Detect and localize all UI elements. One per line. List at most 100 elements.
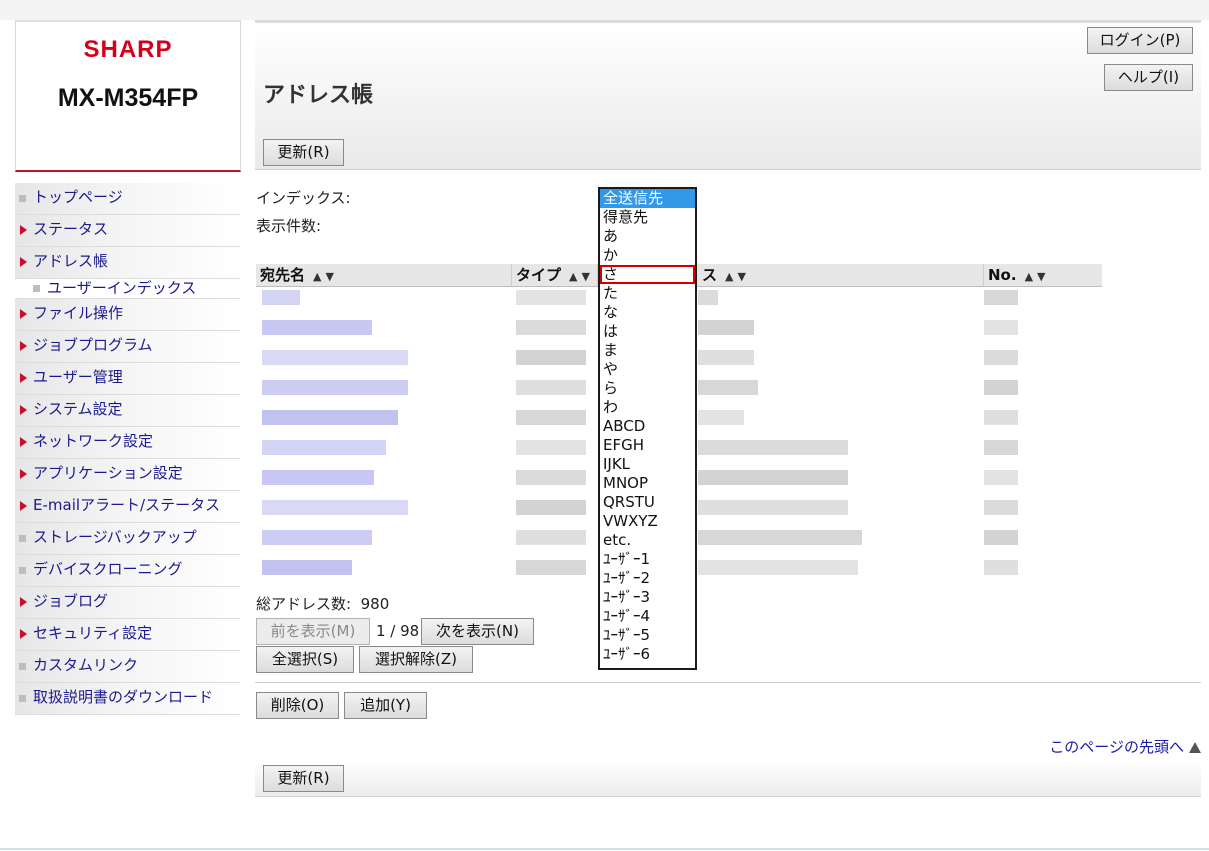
triangle-bullet-icon bbox=[20, 373, 27, 383]
sidebar-item-label: カスタムリンク bbox=[33, 656, 139, 674]
dropdown-option[interactable]: ﾕｰｻﾞｰ4 bbox=[600, 607, 695, 626]
redacted-cell bbox=[984, 440, 1018, 455]
redacted-cell bbox=[262, 290, 300, 305]
sort-icon[interactable]: ▲▼ bbox=[725, 270, 750, 283]
redacted-cell bbox=[516, 440, 586, 455]
index-dropdown-list[interactable]: 全送信先 得意先あかさたなはまやらわ ABCD EFGH IJKL MNOP QRSTU VW… bbox=[598, 187, 697, 670]
redacted-cell bbox=[516, 410, 586, 425]
col-no-header[interactable]: No. ▲▼ bbox=[984, 264, 1102, 286]
sidebar-item-11[interactable]: ストレージバックアップ bbox=[15, 523, 240, 555]
page-header: アドレス帳 bbox=[255, 20, 1201, 170]
sidebar-item-3[interactable]: ユーザーインデックス bbox=[15, 279, 240, 299]
square-bullet-icon bbox=[19, 695, 26, 702]
sidebar-item-10[interactable]: E-mailアラート/ステータス bbox=[15, 491, 240, 523]
dropdown-option[interactable]: は bbox=[600, 322, 695, 341]
dropdown-option[interactable]: ら bbox=[600, 379, 695, 398]
sidebar-item-16[interactable]: 取扱説明書のダウンロード bbox=[15, 683, 240, 715]
dropdown-option[interactable]: IJKL bbox=[600, 455, 695, 474]
redacted-cell bbox=[262, 500, 408, 515]
square-bullet-icon bbox=[19, 663, 26, 670]
sidebar-item-12[interactable]: デバイスクローニング bbox=[15, 555, 240, 587]
dropdown-option[interactable]: た bbox=[600, 284, 695, 303]
col-address-header[interactable]: ス ▲▼ bbox=[698, 264, 984, 286]
sidebar-item-14[interactable]: セキュリティ設定 bbox=[15, 619, 240, 651]
dropdown-option[interactable]: な bbox=[600, 303, 695, 322]
model-name: MX-M354FP bbox=[57, 84, 199, 112]
square-bullet-icon bbox=[19, 535, 26, 542]
dropdown-option[interactable]: ﾕｰｻﾞｰ2 bbox=[600, 569, 695, 588]
dropdown-option[interactable]: ﾕｰｻﾞｰ3 bbox=[600, 588, 695, 607]
sidebar-item-1[interactable]: ステータス bbox=[15, 215, 240, 247]
sidebar-item-7[interactable]: システム設定 bbox=[15, 395, 240, 427]
col-type-header[interactable]: タイプ ▲▼ bbox=[512, 264, 598, 286]
sidebar-item-label: 取扱説明書のダウンロード bbox=[33, 688, 214, 706]
dropdown-option[interactable]: わ bbox=[600, 398, 695, 417]
refresh-button-bottom[interactable]: 更新(R) bbox=[263, 765, 344, 792]
deselect-all-button[interactable]: 選択解除(Z) bbox=[359, 646, 473, 673]
total-address-count: 980 bbox=[360, 595, 390, 613]
sidebar-item-0[interactable]: トップページ bbox=[15, 183, 240, 215]
triangle-bullet-icon bbox=[20, 437, 27, 447]
dropdown-option[interactable]: EFGH bbox=[600, 436, 695, 455]
dropdown-option[interactable]: あ bbox=[600, 227, 695, 246]
prev-page-button[interactable]: 前を表示(M) bbox=[256, 618, 370, 645]
dropdown-option[interactable]: 得意先 bbox=[600, 208, 695, 227]
redacted-cell bbox=[516, 560, 586, 575]
redacted-cell bbox=[984, 410, 1018, 425]
dropdown-option[interactable]: ﾕｰｻﾞｰ6 bbox=[600, 645, 695, 664]
refresh-button-top[interactable]: 更新(R) bbox=[263, 139, 344, 166]
redacted-cell bbox=[516, 350, 586, 365]
select-all-button[interactable]: 全選択(S) bbox=[256, 646, 354, 673]
dropdown-option[interactable]: QRSTU bbox=[600, 493, 695, 512]
dropdown-option[interactable]: 全送信先 bbox=[600, 189, 695, 208]
triangle-bullet-icon bbox=[20, 309, 27, 319]
brand-box: SHARP MX-M354FP bbox=[15, 20, 241, 172]
dropdown-option[interactable]: VWXYZ bbox=[600, 512, 695, 531]
sidebar-item-6[interactable]: ユーザー管理 bbox=[15, 363, 240, 395]
dropdown-option[interactable]: ま bbox=[600, 341, 695, 360]
next-page-button[interactable]: 次を表示(N) bbox=[421, 618, 534, 645]
redacted-cell bbox=[262, 410, 398, 425]
redacted-cell bbox=[516, 500, 586, 515]
sidebar-item-label: システム設定 bbox=[33, 400, 123, 418]
square-bullet-icon bbox=[19, 195, 26, 202]
dropdown-option[interactable]: etc. bbox=[600, 531, 695, 550]
redacted-cell bbox=[698, 440, 848, 455]
sidebar-item-2[interactable]: アドレス帳 bbox=[15, 247, 240, 279]
login-button[interactable]: ログイン(P) bbox=[1087, 27, 1193, 54]
dropdown-option[interactable]: か bbox=[600, 246, 695, 265]
redacted-cell bbox=[984, 470, 1018, 485]
sidebar-item-4[interactable]: ファイル操作 bbox=[15, 299, 240, 331]
sidebar-item-8[interactable]: ネットワーク設定 bbox=[15, 427, 240, 459]
redacted-cell bbox=[698, 500, 848, 515]
redacted-cell bbox=[698, 470, 848, 485]
sort-icon[interactable]: ▲▼ bbox=[1025, 270, 1050, 283]
redacted-cell bbox=[262, 530, 372, 545]
redacted-cell bbox=[516, 320, 586, 335]
col-name-header[interactable]: 宛先名 ▲▼ bbox=[256, 264, 512, 286]
sidebar-item-5[interactable]: ジョブプログラム bbox=[15, 331, 240, 363]
delete-button[interactable]: 削除(O) bbox=[256, 692, 339, 719]
triangle-bullet-icon bbox=[20, 257, 27, 267]
sidebar-item-label: セキュリティ設定 bbox=[33, 624, 153, 642]
dropdown-option[interactable]: ABCD bbox=[600, 417, 695, 436]
sidebar-item-9[interactable]: アプリケーション設定 bbox=[15, 459, 240, 491]
dropdown-option[interactable]: ﾕｰｻﾞｰ5 bbox=[600, 626, 695, 645]
sort-icon[interactable]: ▲▼ bbox=[313, 270, 338, 283]
dropdown-option[interactable]: や bbox=[600, 360, 695, 379]
page-top-link[interactable]: このページの先頭へ bbox=[1049, 736, 1201, 757]
sidebar-item-15[interactable]: カスタムリンク bbox=[15, 651, 240, 683]
dropdown-option[interactable]: MNOP bbox=[600, 474, 695, 493]
redacted-cell bbox=[698, 290, 718, 305]
dropdown-option[interactable]: さ bbox=[600, 265, 695, 284]
sidebar-item-label: トップページ bbox=[33, 188, 123, 206]
sort-icon[interactable]: ▲▼ bbox=[569, 270, 594, 283]
help-button[interactable]: ヘルプ(I) bbox=[1104, 64, 1193, 91]
dropdown-option[interactable]: ﾕｰｻﾞｰ1 bbox=[600, 550, 695, 569]
redacted-cell bbox=[516, 530, 586, 545]
sidebar-item-label: デバイスクローニング bbox=[33, 560, 183, 578]
sidebar-item-13[interactable]: ジョブログ bbox=[15, 587, 240, 619]
redacted-cell bbox=[984, 530, 1018, 545]
add-button[interactable]: 追加(Y) bbox=[344, 692, 427, 719]
sidebar-item-label: アドレス帳 bbox=[33, 252, 109, 270]
